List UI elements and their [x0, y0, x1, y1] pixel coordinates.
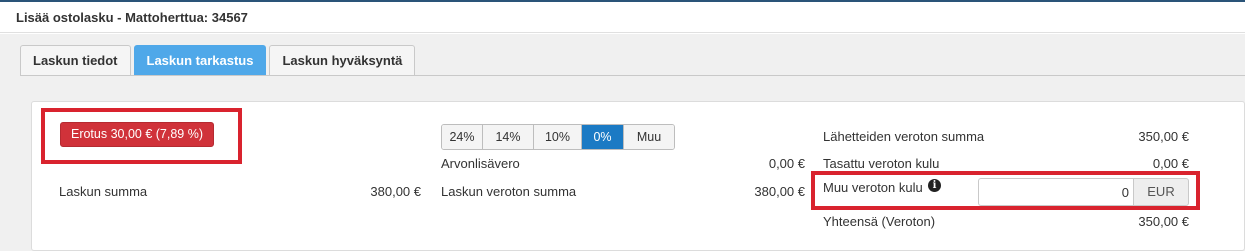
vat-option-10[interactable]: 10% [534, 125, 582, 149]
shipments-sum-value: 350,00 € [1138, 129, 1189, 144]
vat-option-0[interactable]: 0% [582, 125, 624, 149]
tab-laskun-hyvaksynta[interactable]: Laskun hyväksyntä [269, 45, 416, 76]
tab-bar: Laskun tiedot Laskun tarkastus Laskun hy… [20, 45, 418, 76]
vat-option-24[interactable]: 24% [442, 125, 483, 149]
tab-laskun-tiedot[interactable]: Laskun tiedot [20, 45, 131, 76]
total-label: Yhteensä (Veroton) [823, 214, 936, 229]
other-cost-input[interactable] [978, 178, 1133, 206]
currency-addon: EUR [1133, 178, 1189, 206]
shipments-sum-label: Lähetteiden veroton summa [823, 129, 985, 144]
modal-header: Lisää ostolasku - Mattoherttua: 34567 [0, 2, 1245, 33]
invoice-sum-value: 380,00 € [370, 184, 421, 199]
net-sum-value: 380,00 € [754, 184, 805, 199]
tab-divider [20, 75, 1245, 76]
modal-title: Lisää ostolasku - Mattoherttua: 34567 [16, 10, 248, 25]
other-cost-label: Muu veroton kulu [823, 180, 923, 195]
vat-rate-selector: 24% 14% 10% 0% Muu [441, 124, 675, 150]
vat-label: Arvonlisävero [441, 156, 520, 171]
difference-button[interactable]: Erotus 30,00 € (7,89 %) [60, 122, 214, 147]
balanced-cost-value: 0,00 € [1152, 156, 1189, 171]
info-icon[interactable]: i [928, 179, 941, 192]
balanced-cost-label: Tasattu veroton kulu [823, 156, 940, 171]
net-sum-label: Laskun veroton summa [441, 184, 577, 199]
vat-option-other[interactable]: Muu [624, 125, 674, 149]
invoice-sum-label: Laskun summa [59, 184, 148, 199]
tab-laskun-tarkastus[interactable]: Laskun tarkastus [133, 45, 267, 76]
total-value: 350,00 € [1138, 214, 1189, 229]
vat-value: 0,00 € [768, 156, 805, 171]
vat-option-14[interactable]: 14% [483, 125, 534, 149]
